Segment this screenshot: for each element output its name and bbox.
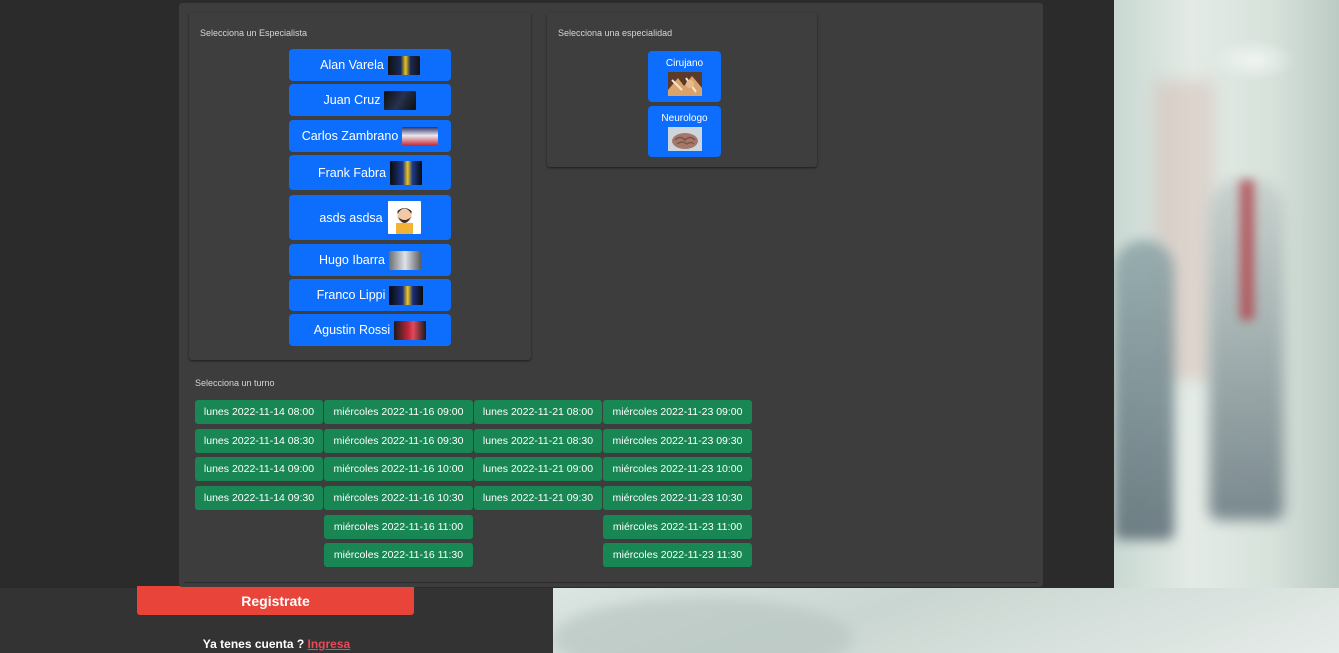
specialist-photo xyxy=(402,126,439,146)
specialist-photo xyxy=(389,250,421,270)
turn-slot[interactable]: lunes 2022-11-14 08:00 xyxy=(195,400,323,424)
specialist-name: Juan Cruz xyxy=(323,93,381,107)
turn-slot[interactable]: miércoles 2022-11-23 09:00 xyxy=(603,400,752,424)
login-link[interactable]: Ingresa xyxy=(308,637,351,651)
specialist-name: Frank Fabra xyxy=(317,165,387,180)
turn-slot[interactable]: miércoles 2022-11-16 11:30 xyxy=(324,543,473,567)
specialist-photo xyxy=(390,160,423,185)
turn-slot[interactable]: miércoles 2022-11-23 10:30 xyxy=(603,486,752,510)
specialist-name: Carlos Zambrano xyxy=(301,129,399,143)
specialist-button[interactable]: asds asdsa xyxy=(289,195,451,240)
specialist-name: asds asdsa xyxy=(319,210,383,225)
turn-slot[interactable]: miércoles 2022-11-23 11:30 xyxy=(603,543,752,567)
specialist-photo xyxy=(394,320,427,340)
turn-slot[interactable]: miércoles 2022-11-23 10:00 xyxy=(603,457,752,481)
specialty-button-cirujano[interactable]: Cirujano xyxy=(648,51,721,102)
background-curve xyxy=(553,598,853,653)
specialist-name: Franco Lippi xyxy=(316,288,386,302)
specialty-button-neurologo[interactable]: Neurologo xyxy=(648,106,721,157)
specialist-photo xyxy=(387,55,420,75)
turn-slot[interactable]: miércoles 2022-11-16 10:00 xyxy=(324,457,473,481)
specialist-button[interactable]: Hugo Ibarra xyxy=(289,244,451,276)
specialist-button[interactable]: Franco Lippi xyxy=(289,279,451,311)
turn-slot[interactable]: lunes 2022-11-14 08:30 xyxy=(195,429,323,453)
specialist-button[interactable]: Carlos Zambrano xyxy=(289,120,451,152)
panel-divider xyxy=(184,582,1038,583)
turn-slot[interactable]: miércoles 2022-11-23 09:30 xyxy=(603,429,752,453)
surgery-icon xyxy=(667,72,702,96)
appointment-modal: Selecciona un Especialista Alan Varela J… xyxy=(179,3,1043,587)
specialists-title: Selecciona un Especialista xyxy=(200,28,308,38)
login-prompt-text: Ya tenes cuenta ? xyxy=(202,637,308,651)
background-photo xyxy=(1114,0,1339,588)
specialists-card: Selecciona un Especialista Alan Varela J… xyxy=(189,13,531,360)
specialist-name: Agustin Rossi xyxy=(313,323,391,337)
avatar-icon xyxy=(387,201,421,234)
specialist-button[interactable]: Frank Fabra xyxy=(289,155,451,190)
turns-title: Selecciona un turno xyxy=(195,378,275,388)
specialties-card: Selecciona una especialidad Cirujano Neu… xyxy=(547,13,817,167)
specialist-button[interactable]: Juan Cruz xyxy=(289,84,451,116)
turn-slot[interactable]: lunes 2022-11-21 09:30 xyxy=(474,486,602,510)
specialist-button[interactable]: Alan Varela xyxy=(289,49,451,81)
specialty-label: Neurologo xyxy=(661,113,708,124)
turn-slot[interactable]: miércoles 2022-11-16 10:30 xyxy=(324,486,473,510)
brain-icon xyxy=(667,127,702,151)
background-person-left xyxy=(1114,240,1174,540)
turn-slot[interactable]: lunes 2022-11-21 08:30 xyxy=(474,429,602,453)
specialist-button[interactable]: Agustin Rossi xyxy=(289,314,451,346)
background-tie xyxy=(1240,180,1254,320)
turn-slot[interactable]: miércoles 2022-11-23 11:00 xyxy=(603,515,752,539)
specialist-name: Alan Varela xyxy=(320,58,384,72)
specialist-name: Hugo Ibarra xyxy=(318,253,385,267)
specialist-photo xyxy=(389,285,424,305)
specialty-label: Cirujano xyxy=(665,58,704,69)
bottom-right-background xyxy=(553,588,1339,653)
turn-slot[interactable]: lunes 2022-11-21 08:00 xyxy=(474,400,602,424)
bearded-man-icon xyxy=(395,208,413,234)
register-button[interactable]: Registrate xyxy=(137,586,414,615)
turn-slot[interactable]: miércoles 2022-11-16 09:00 xyxy=(324,400,473,424)
turn-slot[interactable]: lunes 2022-11-14 09:00 xyxy=(195,457,323,481)
specialties-title: Selecciona una especialidad xyxy=(558,28,673,38)
turn-slot[interactable]: miércoles 2022-11-16 09:30 xyxy=(324,429,473,453)
turn-slot[interactable]: lunes 2022-11-14 09:30 xyxy=(195,486,323,510)
specialist-photo xyxy=(384,90,417,110)
login-prompt: Ya tenes cuenta ? Ingresa xyxy=(0,637,553,651)
turn-slot[interactable]: miércoles 2022-11-16 11:00 xyxy=(324,515,473,539)
turn-slot[interactable]: lunes 2022-11-21 09:00 xyxy=(474,457,602,481)
